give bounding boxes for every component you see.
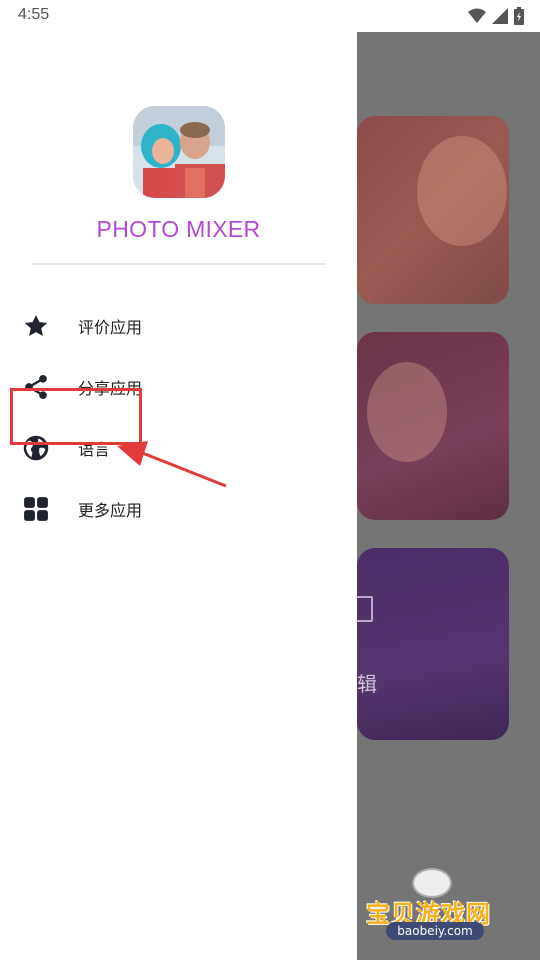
status-bar: 4:55 [0, 0, 540, 32]
status-icons [468, 7, 524, 25]
app-logo-photo-icon [133, 106, 225, 198]
mix-card-1 [357, 116, 509, 304]
status-time: 4:55 [18, 6, 50, 23]
menu-item-rate-app[interactable]: 评价应用 [0, 298, 357, 354]
card-label: 辑 [357, 672, 377, 696]
drawer-divider [31, 263, 326, 265]
app-title: PHOTO MIXER [96, 216, 261, 242]
signal-icon [492, 8, 508, 24]
menu-item-label: 更多应用 [78, 501, 143, 520]
menu-item-more-apps[interactable]: 更多应用 [0, 481, 357, 537]
menu-item-label: 评价应用 [78, 318, 143, 337]
background-content-scrim[interactable]: 辑 [357, 32, 540, 960]
watermark: 宝贝游戏网 baobeiy.com [364, 868, 508, 948]
navigation-drawer: PHOTO MIXER 评价应用 分享应用 语言 更多应用 [0, 32, 357, 960]
wifi-icon [468, 8, 486, 23]
image-edit-icon [357, 596, 373, 622]
mix-card-3: 辑 [357, 548, 509, 740]
battery-icon [514, 7, 524, 25]
grid-icon [21, 494, 51, 524]
mix-card-2 [357, 332, 509, 520]
card-photo [417, 136, 507, 246]
watermark-url: baobeiy.com [397, 924, 473, 938]
annotation-highlight-box [10, 388, 142, 445]
star-icon [21, 311, 51, 341]
card-photo [367, 362, 447, 462]
